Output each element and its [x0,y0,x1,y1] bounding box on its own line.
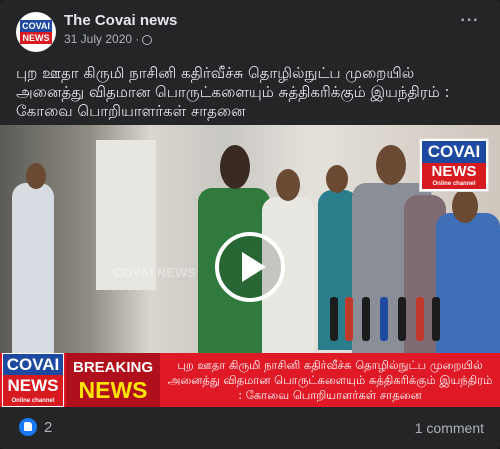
scene-head-left [26,163,46,189]
globe-icon [142,35,153,45]
ticker-headline: புற ஊதா கிருமி நாசினி கதிர்வீச்சு தொழில்… [167,358,493,402]
scene-head-grey [376,145,406,185]
scene-head-blue [452,189,478,223]
play-triangle [242,252,266,282]
scene-head-green [220,145,250,189]
scene-microphone [416,297,424,341]
ticker-logo-bottom: NEWS [3,375,63,396]
post-footer: 2 1 comment [0,407,500,449]
play-icon[interactable] [215,232,285,302]
channel-logo-sub: Online channel [422,180,486,189]
scene-microphone [432,297,440,341]
scene-head-white [276,169,300,201]
post-date[interactable]: 31 July 2020 [64,32,132,46]
news-label: NEWS [78,377,148,403]
video-player[interactable]: COVAI NEWS Online channel COVAI NEWS COV… [0,125,500,407]
post-meta: 31 July 2020 · [64,32,153,46]
like-count[interactable]: 2 [44,419,52,436]
thumb-shape [24,422,32,431]
breaking-news-badge: BREAKING NEWS [66,353,160,407]
avatar-logo-bottom: NEWS [20,32,52,44]
scene-microphone [380,297,388,341]
scene-person-left [12,183,54,355]
breaking-label: BREAKING [72,359,153,376]
scene-microphone [398,297,406,341]
channel-logo-top: COVAI [422,141,486,163]
ticker-logo-top: COVAI [3,354,63,375]
ticker-logo-sub: Online channel [3,396,63,406]
more-options-button[interactable]: ··· [452,12,488,36]
video-watermark: COVAI NEWS [113,265,196,280]
scene-microphone [345,297,353,341]
post-header: COVAI NEWS The Covai news 31 July 2020 · … [0,0,500,58]
avatar-logo-top: COVAI [20,20,52,32]
page-avatar[interactable]: COVAI NEWS [16,12,56,52]
meta-separator: · [135,32,140,46]
scene-microphone [362,297,370,341]
comment-count-link[interactable]: 1 comment [415,420,484,436]
post-caption: புற ஊதா கிருமி நாசினி கதிர்வீச்சு தொழில்… [16,64,450,120]
scene-head-teal [326,165,348,193]
like-icon[interactable] [19,418,37,436]
scene-microphone [330,297,338,341]
channel-logo-bottom: NEWS [422,163,486,180]
scene-person-blue [436,213,500,358]
post-card: COVAI NEWS The Covai news 31 July 2020 · … [0,0,500,449]
channel-logo: COVAI NEWS Online channel [419,138,489,192]
page-name[interactable]: The Covai news [64,12,177,29]
ticker-logo: COVAI NEWS Online channel [2,353,64,407]
